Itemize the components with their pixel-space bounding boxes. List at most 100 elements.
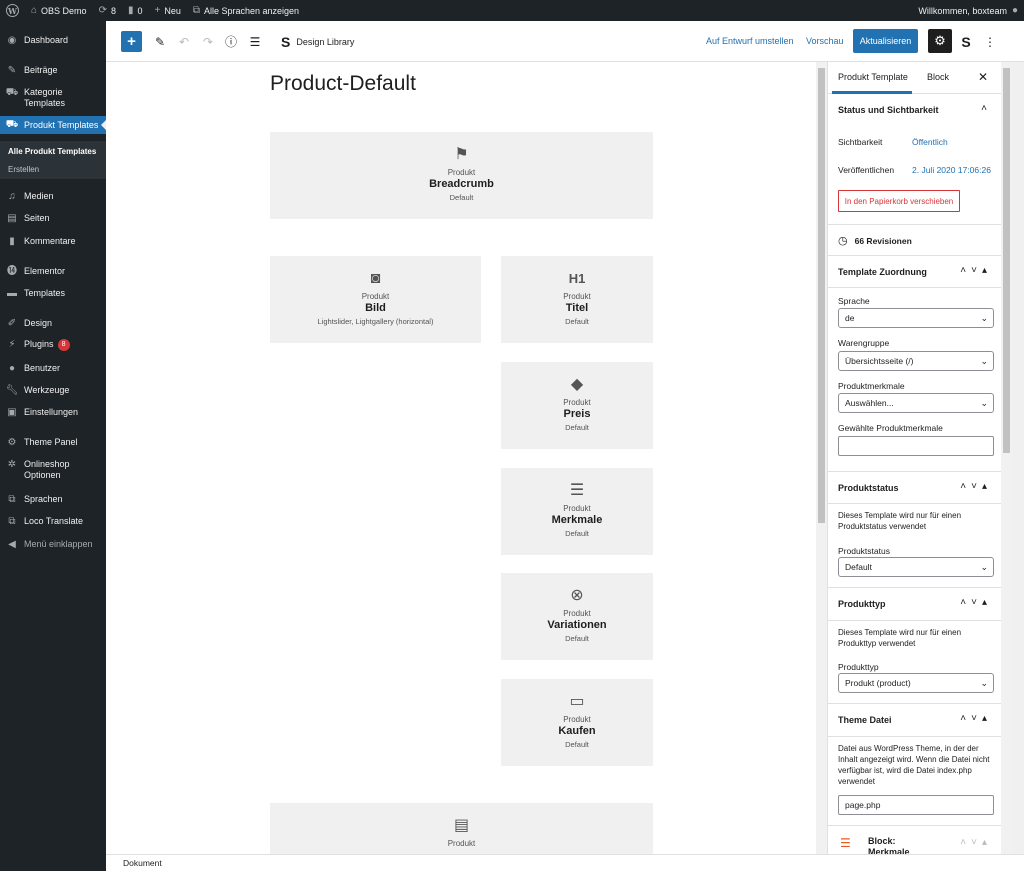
h1-icon: H1 xyxy=(568,271,586,286)
product-group-label: Warengruppe xyxy=(838,338,890,348)
menu-languages[interactable]: ⧉ Sprachen xyxy=(0,494,106,506)
undo-icon: ↶ xyxy=(178,34,190,49)
menu-plugins[interactable]: ⚡ Plugins 8 xyxy=(0,339,106,351)
block-variations[interactable]: ⊗ Produkt Variationen Default xyxy=(501,573,653,660)
product-features-select[interactable]: Auswählen... ⌄ xyxy=(838,393,994,413)
add-block-button[interactable]: + xyxy=(121,31,142,52)
close-icon[interactable]: ✕ xyxy=(978,70,988,84)
post-title[interactable]: Product-Default xyxy=(270,72,416,96)
menu-collapse[interactable]: ◀ Menü einklappen xyxy=(0,539,106,551)
canvas-scrollbar[interactable] xyxy=(816,62,827,854)
breadcrumb-document[interactable]: Dokument xyxy=(123,858,162,868)
submenu-create[interactable]: Erstellen xyxy=(8,165,39,174)
block-buy[interactable]: ▭ Produkt Kaufen Default xyxy=(501,679,653,766)
settings-toggle-button[interactable]: ⚙ xyxy=(928,29,952,53)
s-logo-icon: S xyxy=(961,33,971,50)
block-navigation-button[interactable]: ☰ xyxy=(247,31,263,52)
account-link[interactable]: Willkommen, boxteam ● xyxy=(912,0,1024,21)
product-status-header[interactable]: Produktstatus ˄˅▴ xyxy=(828,478,1001,498)
wheel-icon: ✲ xyxy=(7,459,17,470)
update-button[interactable]: Aktualisieren xyxy=(853,29,918,53)
product-type-header[interactable]: Produkttyp ˄˅▴ xyxy=(828,594,1001,614)
trash-button[interactable]: In den Papierkorb verschieben xyxy=(838,190,960,212)
block-price[interactable]: ◆ Produkt Preis Default xyxy=(501,362,653,449)
publish-label: Veröffentlichen xyxy=(838,165,895,175)
product-type-select[interactable]: Produkt (product) ⌄ xyxy=(838,673,994,693)
product-status-description: Dieses Template wird nur für einen Produ… xyxy=(838,511,962,531)
block-breadcrumb[interactable]: ⚑ Produkt Breadcrumb Default xyxy=(270,132,653,219)
comments-link[interactable]: ▮ 0 xyxy=(122,0,149,21)
info-button[interactable]: ⓘ xyxy=(223,31,239,52)
user-icon: ● xyxy=(1011,5,1018,16)
block-features-item[interactable]: ☰ Block: Merkmale ˄˅▴ xyxy=(828,834,1001,854)
comment-icon: ▮ xyxy=(9,236,15,247)
product-status-select[interactable]: Default ⌄ xyxy=(838,557,994,577)
block-title[interactable]: H1 Produkt Titel Default xyxy=(501,256,653,343)
product-group-select[interactable]: Übersichtsseite (/) ⌄ xyxy=(838,351,994,371)
pencil-icon: ✎ xyxy=(154,34,166,49)
preview-link[interactable]: Vorschau xyxy=(806,36,844,46)
menu-settings[interactable]: ▣ Einstellungen xyxy=(0,407,106,419)
undo-button[interactable]: ↶ xyxy=(176,31,192,52)
block-image[interactable]: ◙ Produkt Bild Lightslider, Lightgallery… xyxy=(270,256,481,343)
theme-file-header[interactable]: Theme Datei ˄˅▴ xyxy=(828,710,1001,730)
edit-tool-button[interactable]: ✎ xyxy=(152,31,168,52)
chosen-features-input[interactable] xyxy=(838,436,994,456)
switch-to-draft-link[interactable]: Auf Entwurf umstellen xyxy=(706,36,794,46)
menu-comments[interactable]: ▮ Kommentare xyxy=(0,236,106,248)
publish-date-value[interactable]: 2. Juli 2020 17:06:26 xyxy=(912,165,991,175)
block-features[interactable]: ☰ Produkt Merkmale Default xyxy=(501,468,653,555)
canvas-scrollbar-thumb[interactable] xyxy=(818,68,825,523)
menu-product-templates[interactable]: ⛟ Produkt Templates xyxy=(0,116,106,134)
editor-toolbar: + ✎ ↶ ↷ ⓘ ☰ S Design Library Auf Entwurf … xyxy=(106,21,1024,62)
plugins-update-badge: 8 xyxy=(57,339,70,351)
visibility-value[interactable]: Öffentlich xyxy=(912,137,948,147)
menu-tools[interactable]: 🔧︎ Werkzeuge xyxy=(0,385,106,397)
collapse-icon: ◀ xyxy=(8,539,16,550)
list-icon: ☰ xyxy=(840,836,851,850)
translate-icon: ⧉ xyxy=(192,5,200,16)
menu-media[interactable]: ♫ Medien xyxy=(0,191,106,203)
submenu-all-product-templates[interactable]: Alle Produkt Templates xyxy=(8,147,96,156)
chevron-down-icon: ⌄ xyxy=(980,356,988,366)
design-library-button[interactable]: S Design Library xyxy=(281,31,371,52)
menu-shop-options[interactable]: ✲ Onlineshop Optionen xyxy=(0,459,106,481)
updates-link[interactable]: ⟳ 8 xyxy=(93,0,122,21)
languages-link[interactable]: ⧉ Alle Sprachen anzeigen xyxy=(187,0,305,21)
more-options-button[interactable]: ⋮ xyxy=(982,31,998,52)
menu-elementor[interactable]: ⓮ Elementor xyxy=(0,266,106,278)
menu-design[interactable]: ✐ Design xyxy=(0,318,106,330)
menu-theme-panel[interactable]: ⚙ Theme Panel xyxy=(0,437,106,449)
variations-icon: ⊗ xyxy=(570,587,584,604)
tag-icon: ◆ xyxy=(570,376,584,393)
theme-file-input[interactable]: page.php xyxy=(838,795,994,815)
menu-dashboard[interactable]: ◉ Dashboard xyxy=(0,35,106,47)
template-assignment-header[interactable]: Template Zuordnung ˄˅▴ xyxy=(828,262,1001,282)
status-visibility-header[interactable]: Status und Sichtbarkeit ˄ xyxy=(828,100,1001,120)
plus-icon: + xyxy=(127,33,136,50)
wordpress-menu[interactable]: W xyxy=(0,0,25,21)
menu-category-templates[interactable]: ⛟ Kategorie Templates xyxy=(0,87,106,109)
site-name-link[interactable]: ⌂ OBS Demo xyxy=(25,0,93,21)
plug-icon: ⚡ xyxy=(8,339,16,350)
divider xyxy=(828,471,1001,472)
settings-scrollbar-thumb[interactable] xyxy=(1003,68,1010,453)
tab-block[interactable]: Block xyxy=(927,72,949,82)
comment-icon: ▮ xyxy=(127,5,134,16)
settings-icon: ▣ xyxy=(7,407,17,418)
new-content-link[interactable]: + Neu xyxy=(149,0,187,21)
redo-icon: ↷ xyxy=(202,34,214,49)
revisions-link[interactable]: ◷ 66 Revisionen xyxy=(838,234,912,247)
s-plugin-button[interactable]: S xyxy=(958,31,974,52)
menu-loco-translate[interactable]: ⧉ Loco Translate xyxy=(0,516,106,528)
menu-users[interactable]: ● Benutzer xyxy=(0,363,106,375)
settings-scrollbar[interactable] xyxy=(1001,62,1012,854)
menu-posts[interactable]: ✎ Beiträge xyxy=(0,65,106,77)
menu-templates[interactable]: ▬ Templates xyxy=(0,288,106,300)
block-document[interactable]: ▤ Produkt xyxy=(270,803,653,854)
document-icon: ▤ xyxy=(453,817,470,834)
tab-product-template[interactable]: Produkt Template xyxy=(838,72,908,82)
language-select[interactable]: de ⌄ xyxy=(838,308,994,328)
menu-pages[interactable]: ▤ Seiten xyxy=(0,213,106,225)
redo-button[interactable]: ↷ xyxy=(200,31,216,52)
